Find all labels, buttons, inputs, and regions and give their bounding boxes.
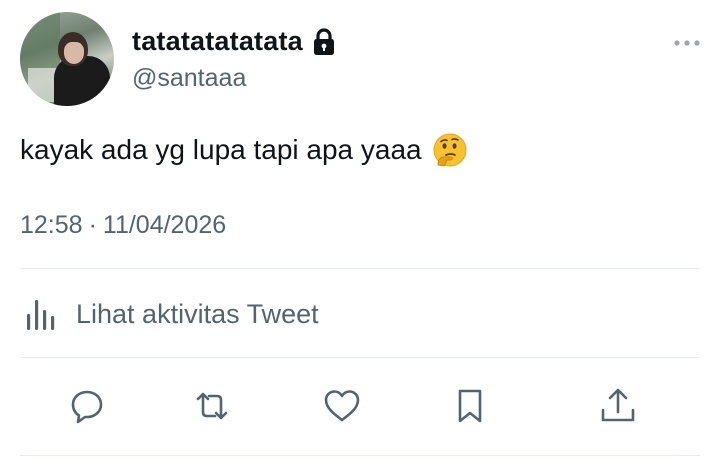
heart-icon (324, 390, 360, 422)
more-icon[interactable] (672, 33, 702, 53)
like-button[interactable] (318, 382, 366, 430)
divider (20, 268, 700, 269)
meta-separator: · (88, 211, 97, 239)
reply-button[interactable] (63, 382, 111, 430)
tweet-body: kayak ada yg lupa tapi apa yaaa (20, 134, 422, 165)
thinking-face-icon (432, 132, 468, 168)
share-button[interactable] (594, 382, 642, 430)
divider (20, 455, 700, 456)
avatar-face (64, 42, 84, 64)
display-name[interactable]: tatatatatatata (132, 26, 303, 57)
tweet-text: kayak ada yg lupa tapi apa yaaa (20, 132, 468, 168)
view-activity-link[interactable]: Lihat aktivitas Tweet (24, 296, 319, 332)
lock-icon (311, 27, 337, 56)
author-name-row: tatatatatatata (132, 26, 337, 57)
activity-label: Lihat aktivitas Tweet (76, 298, 319, 329)
avatar-body (54, 56, 110, 106)
tweet-timestamp[interactable]: 12:58 · 11/04/2026 (20, 211, 226, 240)
bookmark-icon (458, 389, 482, 423)
share-icon (601, 388, 635, 422)
bar-chart-icon (24, 296, 62, 332)
tweet-date: 11/04/2026 (102, 211, 227, 239)
divider (20, 357, 700, 358)
reply-icon (71, 390, 103, 424)
bookmark-button[interactable] (446, 382, 494, 430)
author-handle[interactable]: @santaaa (132, 64, 246, 93)
tweet-actions (0, 382, 720, 432)
tweet-time: 12:58 (20, 211, 83, 239)
retweet-icon (196, 392, 228, 420)
retweet-button[interactable] (188, 382, 236, 430)
avatar[interactable] (20, 12, 114, 106)
